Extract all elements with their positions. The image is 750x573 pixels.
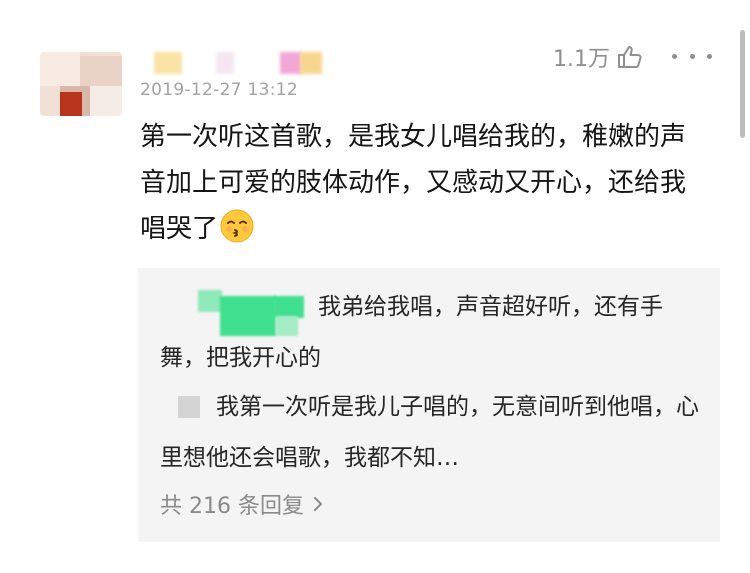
- like-button[interactable]: 1.1万: [553, 40, 644, 74]
- reply-count-label: 共 216 条回复: [160, 494, 304, 519]
- comment-timestamp: 2019-12-27 13:12: [140, 80, 298, 100]
- username-blurred[interactable]: [140, 52, 330, 78]
- scrollbar[interactable]: [740, 30, 745, 138]
- thumbs-up-icon: [618, 46, 642, 68]
- comment-text: 第一次听这首歌，是我女儿唱给我的，稚嫩的声音加上可爱的肢体动作，又感动又开心，还…: [140, 114, 700, 252]
- reply-text: 我弟给我唱，声音超好听，还有手舞，把我开心的: [160, 294, 663, 371]
- like-count: 1.1万: [553, 47, 610, 72]
- reply-text: 我第一次听是我儿子唱的，无意间听到他唱，心里想他还会唱歌，我都不知…: [160, 394, 699, 471]
- more-dots-icon[interactable]: [672, 44, 712, 68]
- kissing-face-emoji: [220, 209, 254, 243]
- replies-panel: 我弟给我唱，声音超好听，还有手舞，把我开心的 我第一次听是我儿子唱的，无意间听到…: [138, 268, 720, 542]
- reply-item[interactable]: 我第一次听是我儿子唱的，无意间听到他唱，心里想他还会唱歌，我都不知…: [160, 382, 700, 484]
- reply-item[interactable]: 我弟给我唱，声音超好听，还有手舞，把我开心的: [160, 282, 700, 384]
- view-all-replies-link[interactable]: 共 216 条回复: [160, 488, 324, 520]
- avatar[interactable]: [40, 52, 122, 116]
- chevron-right-icon: [313, 497, 322, 511]
